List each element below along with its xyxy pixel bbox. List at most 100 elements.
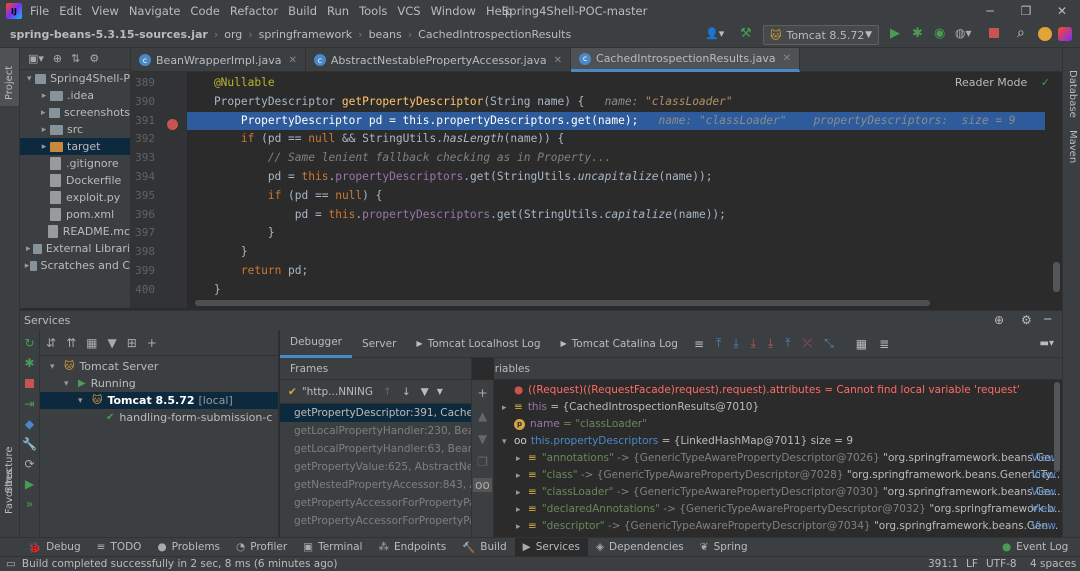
copy-icon[interactable]: ❐ — [477, 455, 488, 469]
menu-item[interactable]: Navigate — [129, 4, 181, 18]
debugger-tab[interactable]: ▶ Tomcat Catalina Log — [551, 330, 688, 358]
hide-panel-icon[interactable]: ─ — [1044, 312, 1051, 326]
run-icon[interactable]: ▶ — [890, 26, 900, 41]
view-link[interactable]: View — [1031, 450, 1056, 467]
code-line[interactable]: } — [187, 243, 1045, 261]
chevron-down-icon[interactable]: ▼ — [437, 387, 443, 396]
frame-item[interactable]: getPropertyAccessorForPropertyPa — [280, 494, 471, 512]
editor-tab[interactable]: c AbstractNestablePropertyAccessor.java ✕ — [306, 48, 572, 72]
code-line[interactable]: PropertyDescriptor getPropertyDescriptor… — [187, 93, 1045, 111]
code-line[interactable]: if (pd == null && StringUtils.hasLength(… — [187, 130, 1045, 148]
deploy-icon[interactable]: ⇥ — [24, 397, 34, 411]
run-configuration-select[interactable]: 🐱 Tomcat 8.5.72 ▼ — [763, 25, 879, 45]
rerun-icon[interactable]: ↻ — [24, 336, 34, 350]
menu-item[interactable]: VCS — [397, 4, 420, 18]
build-hammer-icon[interactable]: ⚒ — [740, 26, 752, 41]
service-item[interactable]: ▾ ▶ Running — [40, 375, 278, 392]
tree-item[interactable]: .gitignore — [20, 155, 130, 172]
filter-icon[interactable]: ▼ — [107, 336, 116, 350]
step-icon[interactable]: » — [26, 497, 33, 511]
filter-icon[interactable]: ▼ — [421, 386, 429, 398]
debug-icon[interactable]: ✱ — [912, 26, 923, 41]
down-icon[interactable]: ↓ — [402, 386, 411, 398]
frame-item[interactable]: getPropertyValue:625, AbstractNes — [280, 458, 471, 476]
favorites-tool-label[interactable]: Favorites — [4, 469, 15, 514]
view-link[interactable]: View — [1031, 484, 1056, 501]
frame-item[interactable]: getPropertyAccessorForPropertyPa — [280, 512, 471, 530]
frame-item[interactable]: getPropertyDescriptor:391, Cached — [280, 404, 471, 422]
variable-row[interactable]: ▸ ≡ "class" -> {GenericTypeAwarePropertyDe… — [494, 467, 1062, 484]
trace-icon[interactable]: ≣ — [879, 337, 889, 351]
artifact-icon[interactable]: ◆ — [25, 417, 34, 431]
breadcrumb-item[interactable]: springframework — [259, 28, 352, 41]
line-separator[interactable]: LF — [966, 558, 978, 570]
user-icon[interactable]: 👤▾ — [705, 27, 724, 40]
tree-item[interactable]: ▸ External Librari — [20, 240, 130, 257]
variable-row[interactable]: ▾ oo this.propertyDescriptors = {LinkedHas… — [494, 433, 1062, 450]
tree-item[interactable]: ▸ .idea — [20, 87, 130, 104]
variable-row[interactable]: ● ((Request)((RequestFacade)request).requ… — [494, 382, 1062, 399]
debugger-tab[interactable]: ▶ Tomcat Localhost Log — [406, 330, 550, 358]
menu-item[interactable]: Refactor — [230, 4, 278, 18]
breakpoint-icon[interactable] — [167, 119, 178, 130]
tree-item[interactable]: pom.xml — [20, 206, 130, 223]
wrench-icon[interactable]: 🔧 — [22, 437, 37, 451]
caret-position[interactable]: 391:1 — [928, 558, 958, 570]
code-line[interactable]: return pd; — [187, 262, 1045, 280]
drop-frame-icon[interactable]: ⤫ — [803, 336, 813, 351]
variables-scrollbar[interactable] — [1054, 382, 1060, 472]
tool-window-button[interactable]: ❦ Spring — [692, 538, 756, 557]
add-watch-icon[interactable]: + — [477, 386, 487, 400]
file-encoding[interactable]: UTF-8 — [986, 558, 1017, 570]
variable-row[interactable]: ▸ ≡ "declaredAnnotations" -> {GenericTypeA… — [494, 501, 1062, 518]
variable-row[interactable]: p name = "classLoader" — [494, 416, 1062, 433]
view-link[interactable]: View — [1031, 501, 1056, 518]
service-item[interactable]: ▾ 🐱 Tomcat 8.5.72 [local] — [40, 392, 278, 409]
refresh-icon[interactable]: ⟳ — [24, 457, 34, 471]
restore-icon[interactable]: ❐ — [1008, 0, 1044, 22]
tool-window-button[interactable]: ◔ Profiler — [228, 538, 295, 557]
settings-icon[interactable]: ⚙ — [1021, 313, 1032, 327]
tool-window-button[interactable]: ● Problems — [149, 538, 228, 557]
debug-small-icon[interactable]: ✱ — [24, 356, 34, 370]
tree-item[interactable]: ▸ screenshots — [20, 104, 130, 121]
collapse-all-icon[interactable]: ⇈ — [66, 336, 76, 350]
code-line[interactable]: pd = this.propertyDescriptors.get(String… — [187, 168, 1045, 186]
service-item[interactable]: ✔ handling-form-submission-c — [40, 409, 278, 426]
up-icon[interactable]: ↑ — [383, 386, 392, 398]
breadcrumb-item[interactable]: beans — [369, 28, 402, 41]
collapse-icon[interactable]: ⇅ — [71, 52, 80, 65]
close-tab-icon[interactable]: ✕ — [783, 53, 791, 64]
watches-icon[interactable]: oo — [473, 478, 492, 492]
close-tab-icon[interactable]: ✕ — [288, 55, 296, 66]
tool-window-button[interactable]: ⁂ Endpoints — [370, 538, 454, 557]
step-over-icon[interactable]: ⤓ — [733, 336, 738, 351]
menu-item[interactable]: File — [30, 4, 49, 18]
code-line[interactable]: } — [187, 281, 1045, 299]
step-into-icon[interactable]: ⤓ — [751, 336, 756, 351]
menu-item[interactable]: View — [92, 4, 119, 18]
ide-logo-icon[interactable] — [1058, 27, 1072, 41]
tree-item[interactable]: ▸ src — [20, 121, 130, 138]
variable-row[interactable]: ▸ ≡ "classLoader" -> {GenericTypeAwareProp… — [494, 484, 1062, 501]
group-icon[interactable]: ▦ — [86, 336, 97, 350]
variable-row[interactable]: ▸ ≡ "descriptor" -> {GenericTypeAwarePrope… — [494, 518, 1062, 535]
code-line[interactable]: pd = this.propertyDescriptors.get(String… — [187, 206, 1045, 224]
frame-item[interactable]: getNestedPropertyAccessor:843, A — [280, 476, 471, 494]
code-line[interactable]: PropertyDescriptor pd = this.propertyDes… — [187, 111, 1045, 130]
new-tab-icon[interactable]: ⊞ — [127, 336, 137, 350]
search-icon[interactable]: ⌕ — [1017, 25, 1025, 41]
code-line[interactable]: // Same lenient fallback checking as in … — [187, 149, 1045, 167]
tree-item[interactable]: ▸ Scratches and C — [20, 257, 130, 274]
menu-item[interactable]: Edit — [59, 4, 81, 18]
locate-icon[interactable]: ⊕ — [53, 52, 62, 65]
add-service-icon[interactable]: + — [147, 336, 157, 350]
profile-icon[interactable]: ◍▾ — [955, 26, 972, 40]
code-editor[interactable]: Reader Mode ✓ @Nullable PropertyDescript… — [187, 72, 1062, 308]
globe-icon[interactable]: ⊕ — [994, 313, 1004, 327]
editor-tab[interactable]: c CachedIntrospectionResults.java ✕ — [571, 48, 800, 72]
database-tool-label[interactable]: Database — [1067, 70, 1078, 118]
tool-window-button[interactable]: ◈ Dependencies — [588, 538, 692, 557]
step-out-icon[interactable]: ⤒ — [785, 336, 790, 351]
tool-window-button[interactable]: ≡ TODO — [89, 538, 150, 557]
